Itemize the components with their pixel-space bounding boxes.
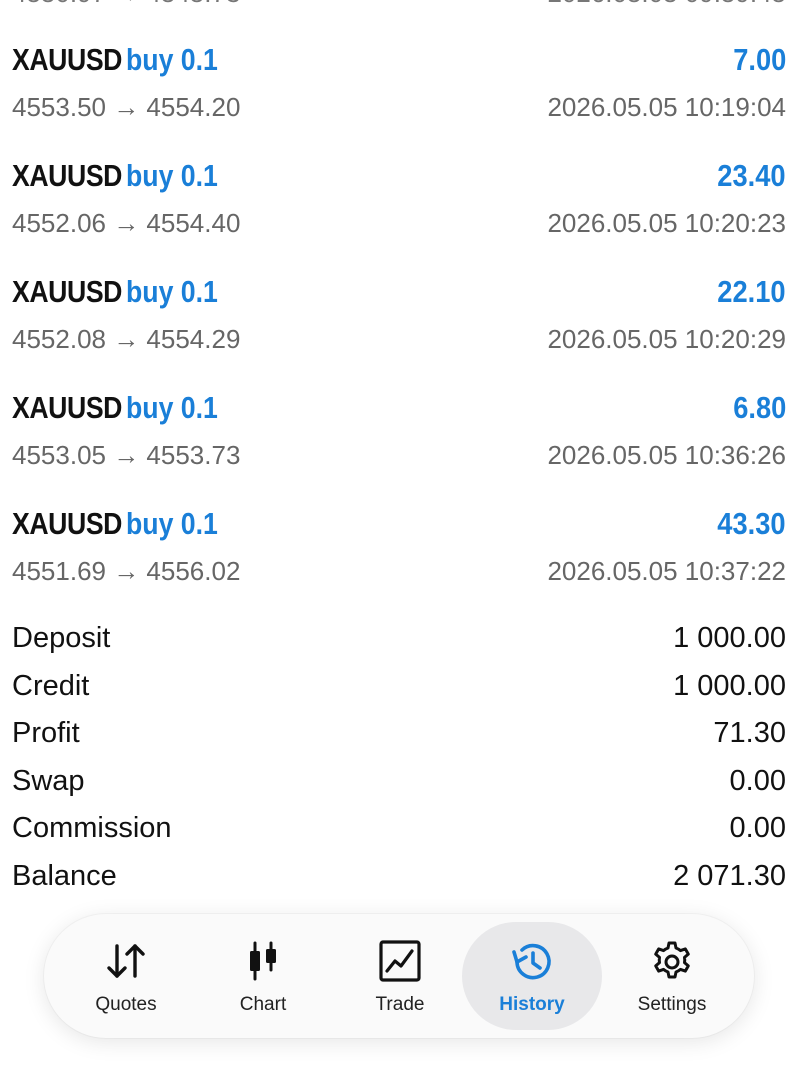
summary-value: 1 000.00 (673, 669, 786, 702)
deal-side: buy 0.1 (125, 274, 218, 309)
deal-prices: 4552.06 → 4554.40 (12, 208, 241, 238)
trade-chart-icon (379, 940, 421, 982)
summary-row-profit: Profit 71.30 (0, 715, 800, 763)
deal-time: 2026.05.05 10:36:26 (547, 440, 786, 470)
deal-row[interactable]: XAUUSD buy 0.1 43.30 4551.69 → 4556.02 2… (0, 504, 800, 620)
deal-row[interactable]: XAUUSD buy 0.1 6.80 4553.05 → 4553.73 20… (0, 388, 800, 504)
gear-icon (654, 941, 690, 979)
deal-row[interactable]: XAUUSD buy 0.1 23.40 4552.06 → 4554.40 2… (0, 156, 800, 272)
deal-time: 2026.05.05 10:20:23 (547, 208, 786, 238)
summary-value: 0.00 (729, 764, 786, 797)
tab-label: Trade (375, 994, 425, 1015)
deal-profit: 43.30 (717, 506, 786, 541)
account-summary: Deposit 1 000.00 Credit 1 000.00 Profit … (0, 620, 800, 905)
tab-trade[interactable]: Trade (330, 922, 470, 1030)
deal-time: 2026.05.05 10:37:22 (547, 556, 786, 586)
deal-symbol: XAUUSD (12, 42, 122, 77)
deal-profit: 23.40 (717, 158, 786, 193)
summary-label: Swap (12, 764, 85, 797)
summary-label: Profit (12, 717, 80, 749)
deal-time: 2026.05.05 09:59:45 (547, 0, 786, 9)
summary-label: Commission (12, 812, 172, 844)
deal-title: XAUUSD buy 0.1 (12, 158, 233, 202)
deal-title: XAUUSD buy 0.1 (12, 390, 233, 434)
tab-label: Chart (239, 994, 287, 1015)
deal-time: 2026.05.05 10:19:04 (547, 92, 786, 122)
deal-side: buy 0.1 (125, 158, 218, 193)
deal-row-partial[interactable]: 4550.97 → 4545.73 2026.05.05 09:59:45 (0, 0, 800, 8)
deal-symbol: XAUUSD (12, 158, 122, 193)
deal-symbol: XAUUSD (12, 390, 122, 425)
summary-row-credit: Credit 1 000.00 (0, 668, 800, 716)
summary-label: Credit (12, 669, 90, 702)
tab-settings[interactable]: Settings (602, 922, 742, 1030)
summary-label: Deposit (12, 622, 111, 654)
candlestick-icon (250, 941, 276, 981)
deals-list: XAUUSD buy 0.1 7.00 4553.50 → 4554.20 20… (0, 40, 800, 620)
deal-title: XAUUSD buy 0.1 (12, 506, 233, 550)
summary-value: 0.00 (729, 812, 786, 844)
summary-value: 2 071.30 (673, 859, 786, 892)
deal-profit: 7.00 (732, 42, 786, 77)
deal-prices: 4550.97 → 4545.73 (12, 0, 240, 9)
summary-row-deposit: Deposit 1 000.00 (0, 620, 800, 668)
tab-label: Settings (637, 994, 707, 1015)
deal-prices: 4551.69 → 4556.02 (12, 556, 241, 586)
deal-title: XAUUSD buy 0.1 (12, 42, 233, 86)
deal-row[interactable]: XAUUSD buy 0.1 22.10 4552.08 → 4554.29 2… (0, 272, 800, 388)
summary-label: Balance (12, 859, 117, 892)
summary-row-swap: Swap 0.00 (0, 763, 800, 811)
deal-symbol: XAUUSD (12, 274, 122, 309)
deal-profit: 22.10 (717, 274, 786, 309)
deal-prices: 4553.50 → 4554.20 (12, 92, 241, 122)
deal-prices: 4553.05 → 4553.73 (12, 440, 241, 470)
deal-title: XAUUSD buy 0.1 (12, 274, 233, 318)
deal-row[interactable]: XAUUSD buy 0.1 7.00 4553.50 → 4554.20 20… (0, 40, 800, 156)
deal-profit: 6.80 (732, 390, 786, 425)
deal-time: 2026.05.05 10:20:29 (547, 324, 786, 354)
summary-value: 1 000.00 (673, 622, 786, 654)
deal-side: buy 0.1 (125, 42, 218, 77)
summary-row-balance: Balance 2 071.30 (0, 858, 800, 906)
deal-symbol: XAUUSD (12, 506, 122, 541)
deal-prices: 4552.08 → 4554.29 (12, 324, 241, 354)
tab-label: Quotes (95, 994, 157, 1015)
history-screen: 4550.97 → 4545.73 2026.05.05 09:59:45 XA… (0, 0, 800, 1081)
summary-value: 71.30 (713, 717, 786, 749)
tab-quotes[interactable]: Quotes (56, 922, 196, 1030)
bottom-tab-bar: Quotes Chart Trade History Settings (44, 914, 754, 1038)
deal-side: buy 0.1 (125, 506, 218, 541)
tab-label: History (499, 994, 565, 1015)
deal-side: buy 0.1 (125, 390, 218, 425)
quotes-arrows-icon (107, 944, 145, 978)
summary-row-commission: Commission 0.00 (0, 810, 800, 858)
history-clock-icon (512, 943, 551, 980)
tab-chart[interactable]: Chart (193, 922, 333, 1030)
tab-history[interactable]: History (462, 922, 602, 1030)
